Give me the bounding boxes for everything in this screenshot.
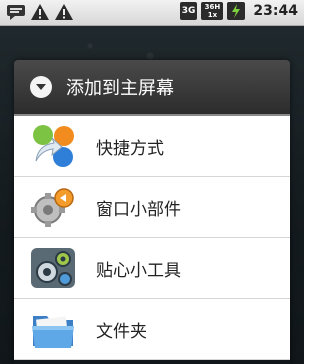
- signal-label-bottom: 1x: [207, 11, 218, 19]
- folder-icon: [32, 316, 74, 348]
- clock: 23:44: [253, 3, 298, 19]
- signal-badge: 36H 1x: [201, 2, 224, 20]
- chevron-down-icon: [30, 76, 52, 98]
- battery-icon: [227, 2, 246, 20]
- shortcut-icon: [33, 125, 74, 167]
- list-item-gadget[interactable]: 贴心小工具: [14, 238, 290, 299]
- item-label-folder: 文件夹: [96, 321, 147, 342]
- dialog-header: 添加到主屏幕: [14, 60, 290, 116]
- warning-icon: [55, 4, 73, 20]
- dialog-title: 添加到主屏幕: [66, 78, 174, 99]
- gadget-icon: [31, 248, 75, 288]
- notification-icons: [6, 3, 74, 21]
- item-label-gadget: 贴心小工具: [96, 260, 181, 281]
- message-icon: [7, 5, 25, 20]
- options-list: 快捷方式 窗口小部件 贴心小工具 文件夹: [14, 116, 290, 360]
- network-type-badge: 3G: [179, 2, 198, 20]
- list-item-folder[interactable]: 文件夹: [14, 299, 290, 360]
- list-item-widget[interactable]: 窗口小部件: [14, 177, 290, 238]
- add-to-home-dialog: 添加到主屏幕 快捷方式 窗口小部件 贴心小工具 文件夹: [14, 60, 290, 364]
- item-label-shortcut: 快捷方式: [96, 138, 164, 159]
- widget-icon: [31, 188, 74, 227]
- status-bar: 3G 36H 1x 23:44: [0, 0, 304, 26]
- system-icons: 3G 36H 1x 23:44: [179, 2, 298, 20]
- screen: 3G 36H 1x 23:44 添加到主屏幕 快捷方式 窗口小部件 贴心小工具 …: [0, 0, 304, 364]
- warning-icon: [31, 4, 49, 20]
- signal-label-top: 36H: [204, 3, 221, 11]
- item-label-widget: 窗口小部件: [96, 199, 181, 220]
- list-item-shortcut[interactable]: 快捷方式: [14, 116, 290, 177]
